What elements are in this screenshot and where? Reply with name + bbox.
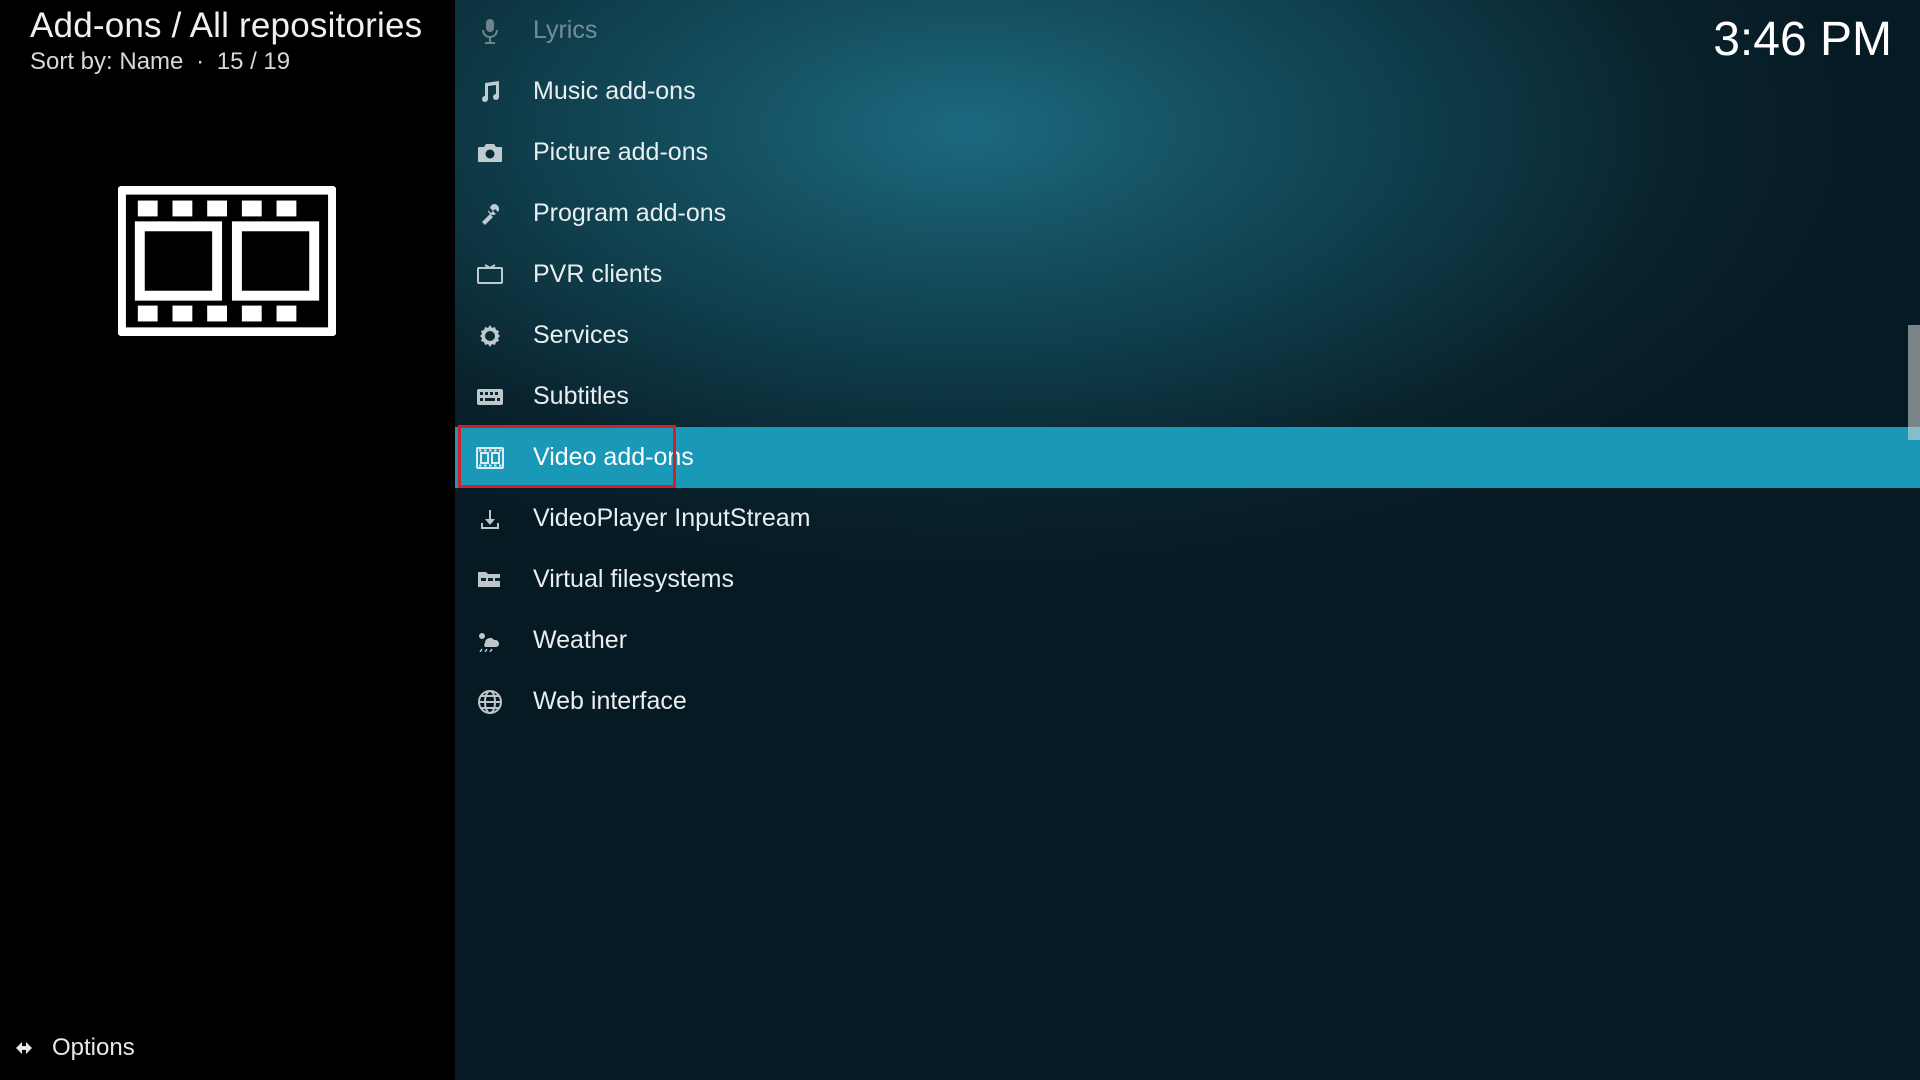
keyboard-icon [475,382,505,412]
film-icon [475,443,505,473]
category-row-virtual-filesystems[interactable]: Virtual filesystems [455,549,1920,610]
options-label: Options [52,1034,135,1062]
category-label: Program add-ons [533,199,726,228]
category-row-web-interface[interactable]: Web interface [455,671,1920,732]
category-label: VideoPlayer InputStream [533,504,810,533]
category-row-video-addons[interactable]: Video add-ons [455,427,1920,488]
category-label: Services [533,321,629,350]
category-row-subtitles[interactable]: Subtitles [455,366,1920,427]
category-label: Lyrics [533,16,597,45]
tv-icon [475,260,505,290]
gear-icon [475,321,505,351]
category-row-pvr-clients[interactable]: PVR clients [455,244,1920,305]
category-preview-icon [118,186,336,336]
category-row-weather[interactable]: Weather [455,610,1920,671]
breadcrumb: Add-ons / All repositories [30,6,422,46]
category-label: Video add-ons [533,443,694,472]
header: Add-ons / All repositories Sort by: Name… [30,6,422,76]
category-row-services[interactable]: Services [455,305,1920,366]
clock: 3:46 PM [1713,12,1892,67]
weather-icon [475,626,505,656]
separator-dot: · [196,48,204,76]
sort-label: Sort by: Name [30,48,183,75]
category-label: PVR clients [533,260,662,289]
category-label: Virtual filesystems [533,565,734,594]
options-icon [12,1036,36,1060]
globe-icon [475,687,505,717]
scrollbar-thumb[interactable] [1908,325,1920,440]
category-label: Weather [533,626,627,655]
category-row-videoplayer-inputstream[interactable]: VideoPlayer InputStream [455,488,1920,549]
category-label: Picture add-ons [533,138,708,167]
music-note-icon [475,77,505,107]
category-row-picture-addons[interactable]: Picture add-ons [455,122,1920,183]
tools-icon [475,199,505,229]
category-label: Web interface [533,687,687,716]
list-position: 15 / 19 [217,48,290,75]
category-list: Lyrics Music add-ons Picture add-ons Progra… [455,0,1920,1080]
category-row-program-addons[interactable]: Program add-ons [455,183,1920,244]
camera-icon [475,138,505,168]
microphone-icon [475,16,505,46]
folder-tree-icon [475,565,505,595]
sort-info: Sort by: Name · 15 / 19 [30,48,422,76]
category-label: Music add-ons [533,77,696,106]
category-row-music-addons[interactable]: Music add-ons [455,61,1920,122]
category-label: Subtitles [533,382,629,411]
category-row-lyrics[interactable]: Lyrics [455,0,1920,61]
options-button[interactable]: Options [12,1034,135,1062]
download-icon [475,504,505,534]
sidebar-panel: Add-ons / All repositories Sort by: Name… [0,0,455,1080]
